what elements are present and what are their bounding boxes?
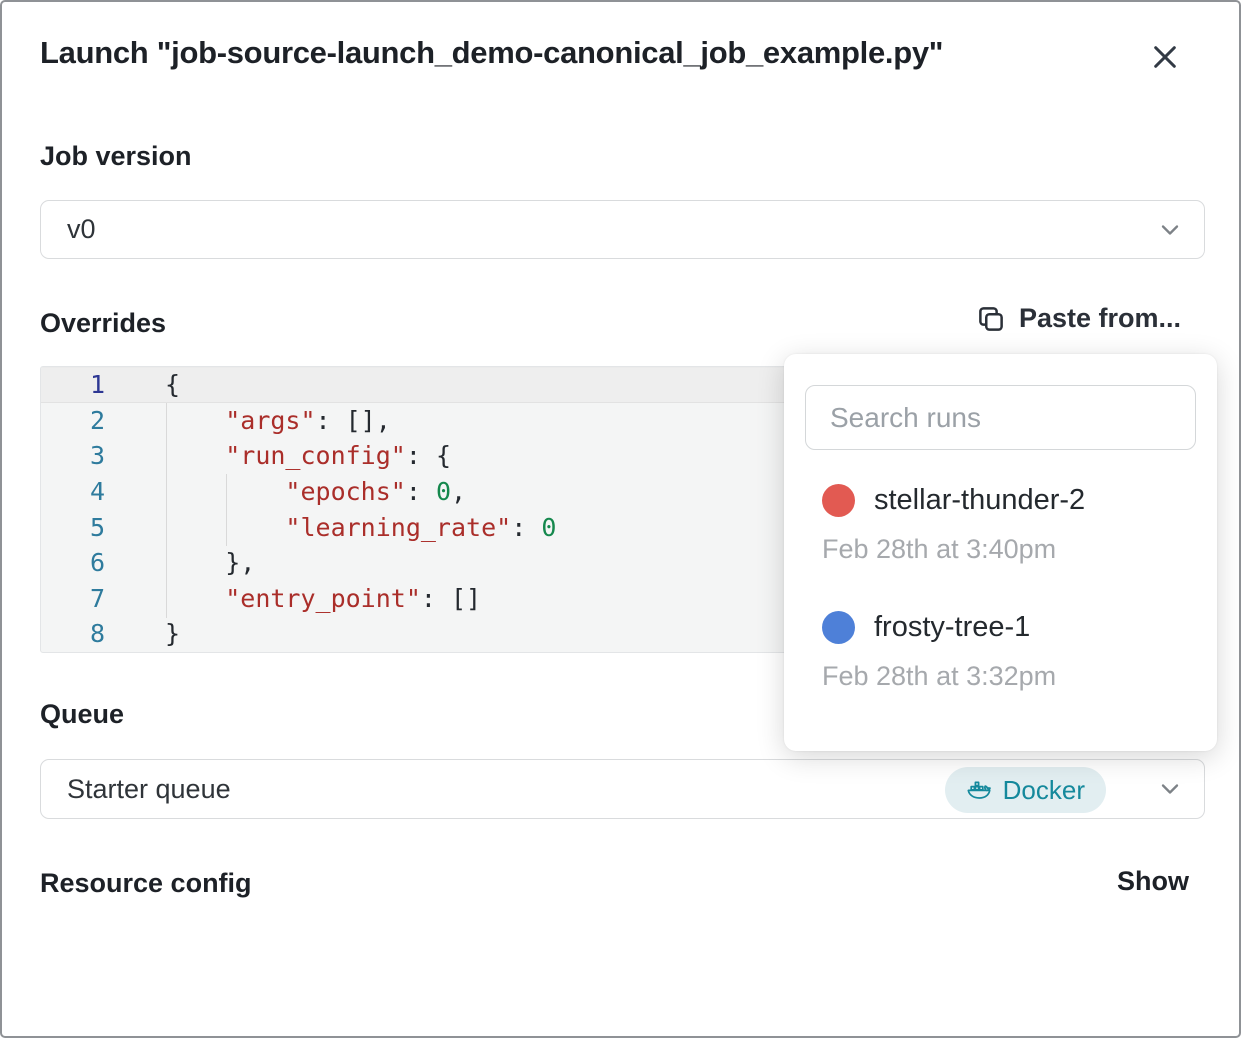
run-list: stellar-thunder-2 Feb 28th at 3:40pm frost… xyxy=(805,484,1196,692)
line-number: 2 xyxy=(41,406,105,435)
paste-from-label: Paste from... xyxy=(1019,303,1181,334)
docker-badge: Docker xyxy=(945,767,1106,813)
job-version-selected-value: v0 xyxy=(67,214,96,245)
run-name: frosty-tree-1 xyxy=(874,611,1030,644)
run-color-dot xyxy=(822,611,855,644)
dialog-title: Launch "job-source-launch_demo-canonical… xyxy=(40,35,943,71)
resource-config-label: Resource config xyxy=(40,868,252,899)
line-number: 1 xyxy=(41,370,105,399)
job-version-label: Job version xyxy=(40,141,192,172)
indent-guide xyxy=(166,403,167,618)
run-color-dot xyxy=(822,484,855,517)
run-item[interactable]: frosty-tree-1 Feb 28th at 3:32pm xyxy=(805,611,1196,692)
code-text: }, xyxy=(105,548,255,577)
line-number: 8 xyxy=(41,619,105,648)
code-text: "entry_point": [] xyxy=(105,584,481,613)
code-text: "run_config": { xyxy=(105,441,451,470)
paste-from-button[interactable]: Paste from... xyxy=(976,303,1181,334)
line-number: 6 xyxy=(41,548,105,577)
code-text: } xyxy=(105,619,180,648)
code-text: { xyxy=(105,370,180,399)
line-number: 5 xyxy=(41,513,105,542)
line-number: 3 xyxy=(41,441,105,470)
queue-selected-value: Starter queue xyxy=(67,774,231,805)
job-version-select[interactable]: v0 xyxy=(40,200,1205,259)
docker-whale-icon xyxy=(966,777,993,804)
indent-guide xyxy=(226,474,227,546)
close-icon xyxy=(1149,41,1181,73)
queue-label: Queue xyxy=(40,699,124,730)
code-text: "args": [], xyxy=(105,406,391,435)
copy-icon xyxy=(976,304,1006,334)
close-button[interactable] xyxy=(1144,36,1186,78)
run-timestamp: Feb 28th at 3:32pm xyxy=(822,661,1196,692)
run-item[interactable]: stellar-thunder-2 Feb 28th at 3:40pm xyxy=(805,484,1196,565)
docker-badge-label: Docker xyxy=(1003,775,1085,806)
code-text: "epochs": 0, xyxy=(105,477,466,506)
chevron-down-icon xyxy=(1156,216,1184,244)
overrides-label: Overrides xyxy=(40,308,166,339)
chevron-down-icon xyxy=(1156,775,1184,803)
resource-config-show-toggle[interactable]: Show xyxy=(1117,866,1189,897)
launch-dialog: Launch "job-source-launch_demo-canonical… xyxy=(0,0,1241,1038)
line-number: 7 xyxy=(41,584,105,613)
queue-select[interactable]: Starter queue Docker xyxy=(40,759,1205,819)
run-name: stellar-thunder-2 xyxy=(874,484,1085,517)
line-number: 4 xyxy=(41,477,105,506)
paste-from-popover: stellar-thunder-2 Feb 28th at 3:40pm frost… xyxy=(784,354,1217,751)
code-text: "learning_rate": 0 xyxy=(105,513,556,542)
run-timestamp: Feb 28th at 3:40pm xyxy=(822,534,1196,565)
search-runs-input[interactable] xyxy=(805,385,1196,450)
